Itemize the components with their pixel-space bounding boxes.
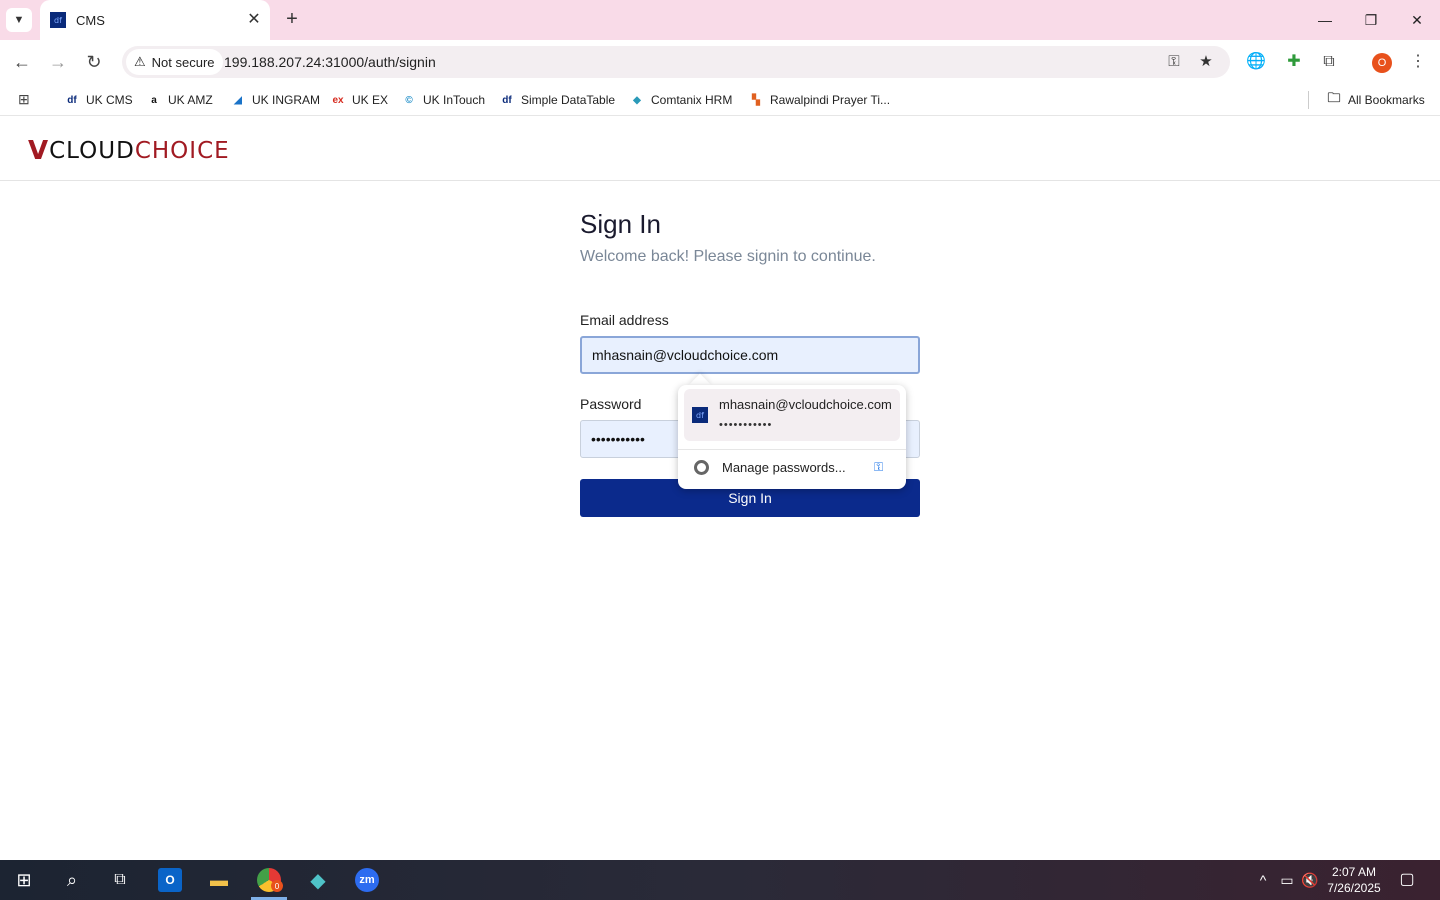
tab-strip: ▼ df CMS ✕ + — ❐ ✕	[0, 0, 1440, 40]
bookmark-item[interactable]: © UK InTouch	[401, 91, 485, 109]
restore-icon[interactable]: ❐	[1361, 10, 1381, 30]
tray-chevron-up-icon[interactable]: ^	[1254, 871, 1272, 889]
page-content: V CLOUD CHOICE Sign In Welcome back! Ple…	[0, 121, 1440, 860]
reload-icon[interactable]: ↻	[82, 50, 106, 74]
df-favicon-icon: df	[692, 407, 708, 423]
browser-toolbar: ← → ↻ ⚠ Not secure 199.188.207.24:31000/…	[0, 40, 1440, 84]
menu-kebab-icon[interactable]: ⋮	[1408, 52, 1428, 72]
windows-taskbar: ⊞ ⌕ ⧉ O ▬ 0 ◆ zm	[0, 860, 1440, 900]
bookmark-favicon-icon: ◆	[633, 94, 641, 106]
outlook-icon[interactable]: O	[158, 868, 182, 892]
network-icon[interactable]: ▭	[1278, 871, 1296, 889]
windows-start-icon[interactable]: ⊞	[12, 868, 36, 892]
bookmark-item[interactable]: ex UK EX	[330, 91, 388, 109]
task-view-icon[interactable]: ⧉	[108, 868, 132, 892]
bookmark-favicon-icon: ◢	[234, 94, 242, 106]
chrome-icon	[694, 460, 709, 475]
chrome-badge: 0	[271, 880, 283, 892]
bookmark-star-icon[interactable]: ★	[1196, 52, 1216, 72]
url-text[interactable]: 199.188.207.24:31000/auth/signin	[224, 54, 436, 70]
security-label: Not secure	[151, 54, 215, 70]
bookmark-favicon-icon: ex	[332, 94, 344, 106]
bookmark-favicon-icon: df	[502, 94, 512, 106]
bookmark-label: UK CMS	[86, 93, 133, 107]
tab-cms[interactable]: df CMS ✕	[40, 0, 270, 40]
bookmarks-divider	[1308, 91, 1309, 109]
tab-search-button[interactable]: ▼	[6, 8, 32, 32]
all-bookmarks[interactable]: 🗀 All Bookmarks	[1326, 90, 1425, 109]
bookmark-item[interactable]: ◆ Comtanix HRM	[629, 91, 732, 109]
bookmark-item[interactable]: ◢ UK INGRAM	[230, 91, 320, 109]
bookmark-favicon-icon: df	[67, 94, 77, 106]
manage-passwords-link[interactable]: Manage passwords...	[722, 460, 846, 475]
email-label: Email address	[580, 312, 669, 328]
page-subtitle: Welcome back! Please signin to continue.	[580, 248, 876, 265]
saved-credential-item[interactable]: df mhasnain@vcloudchoice.com •••••••••••	[684, 389, 900, 441]
bookmark-label: Simple DataTable	[521, 93, 616, 107]
popup-divider	[678, 449, 906, 450]
notifications-icon[interactable]: ▢	[1398, 871, 1416, 889]
close-window-icon[interactable]: ✕	[1407, 10, 1427, 30]
credential-username: mhasnain@vcloudchoice.com	[719, 397, 892, 412]
clock-date: 7/26/2025	[1327, 881, 1381, 895]
zoom-icon[interactable]: zm	[355, 868, 379, 892]
bookmark-item[interactable]: df Simple DataTable	[499, 91, 615, 109]
chevron-down-icon: ▼	[13, 14, 25, 26]
bookmark-label: UK InTouch	[423, 93, 486, 107]
tab-title: CMS	[76, 12, 105, 28]
app-header: V CLOUD CHOICE	[0, 121, 1440, 181]
bookmark-label: UK AMZ	[168, 93, 213, 107]
bookmark-favicon-icon: a	[151, 94, 157, 106]
file-explorer-icon[interactable]: ▬	[207, 868, 231, 892]
extensions-puzzle-icon[interactable]: ⧉	[1319, 52, 1339, 72]
all-bookmarks-label: All Bookmarks	[1348, 93, 1425, 107]
folder-icon: 🗀	[1327, 90, 1341, 105]
translate-globe-icon[interactable]: 🌐	[1246, 52, 1266, 72]
bookmark-favicon-icon: ▚	[752, 94, 760, 106]
credential-password: •••••••••••	[719, 419, 773, 431]
app-diamond-icon[interactable]: ◆	[306, 868, 330, 892]
email-field[interactable]: mhasnain@vcloudchoice.com	[580, 336, 920, 374]
bookmark-favicon-icon: ©	[405, 94, 413, 106]
logo-v: V	[28, 136, 50, 166]
address-bar[interactable]: ⚠ Not secure 199.188.207.24:31000/auth/s…	[122, 46, 1230, 78]
bookmark-item[interactable]: df UK CMS	[64, 91, 133, 109]
password-key-icon[interactable]: ⚿	[1164, 52, 1184, 72]
logo-choice: CHOICE	[134, 138, 230, 164]
warning-icon: ⚠	[134, 54, 146, 69]
apps-grid-icon[interactable]: ⊞	[18, 91, 34, 107]
security-chip[interactable]: ⚠ Not secure	[126, 49, 223, 75]
vcloudchoice-logo[interactable]: V CLOUD CHOICE	[28, 136, 230, 166]
logo-cloud: CLOUD	[49, 138, 135, 164]
df-favicon-icon: df	[50, 12, 66, 28]
close-tab-icon[interactable]: ✕	[246, 12, 262, 28]
bookmark-label: Comtanix HRM	[651, 93, 733, 107]
clock-time: 2:07 AM	[1331, 865, 1377, 879]
page-title: Sign In	[580, 209, 661, 239]
new-tab-button[interactable]: +	[282, 9, 302, 29]
search-icon[interactable]: ⌕	[60, 868, 84, 892]
forward-icon[interactable]: →	[46, 50, 70, 74]
bookmark-label: UK INGRAM	[252, 93, 321, 107]
bookmark-label: UK EX	[352, 93, 389, 107]
system-clock[interactable]: 2:07 AM 7/26/2025	[1326, 864, 1382, 896]
bookmark-item[interactable]: ▚ Rawalpindi Prayer Ti...	[748, 91, 890, 109]
extension-plus-icon[interactable]: ✚	[1284, 52, 1304, 72]
password-label: Password	[580, 396, 642, 412]
back-icon[interactable]: ←	[10, 50, 34, 74]
volume-muted-icon[interactable]: 🔇	[1301, 871, 1319, 889]
minimize-icon[interactable]: —	[1315, 10, 1335, 30]
profile-avatar[interactable]: O	[1372, 53, 1392, 73]
password-autofill-popup: df mhasnain@vcloudchoice.com •••••••••••…	[678, 385, 906, 489]
key-icon: ⚿	[874, 460, 884, 474]
bookmark-label: Rawalpindi Prayer Ti...	[770, 93, 891, 107]
bookmark-item[interactable]: a UK AMZ	[146, 91, 213, 109]
